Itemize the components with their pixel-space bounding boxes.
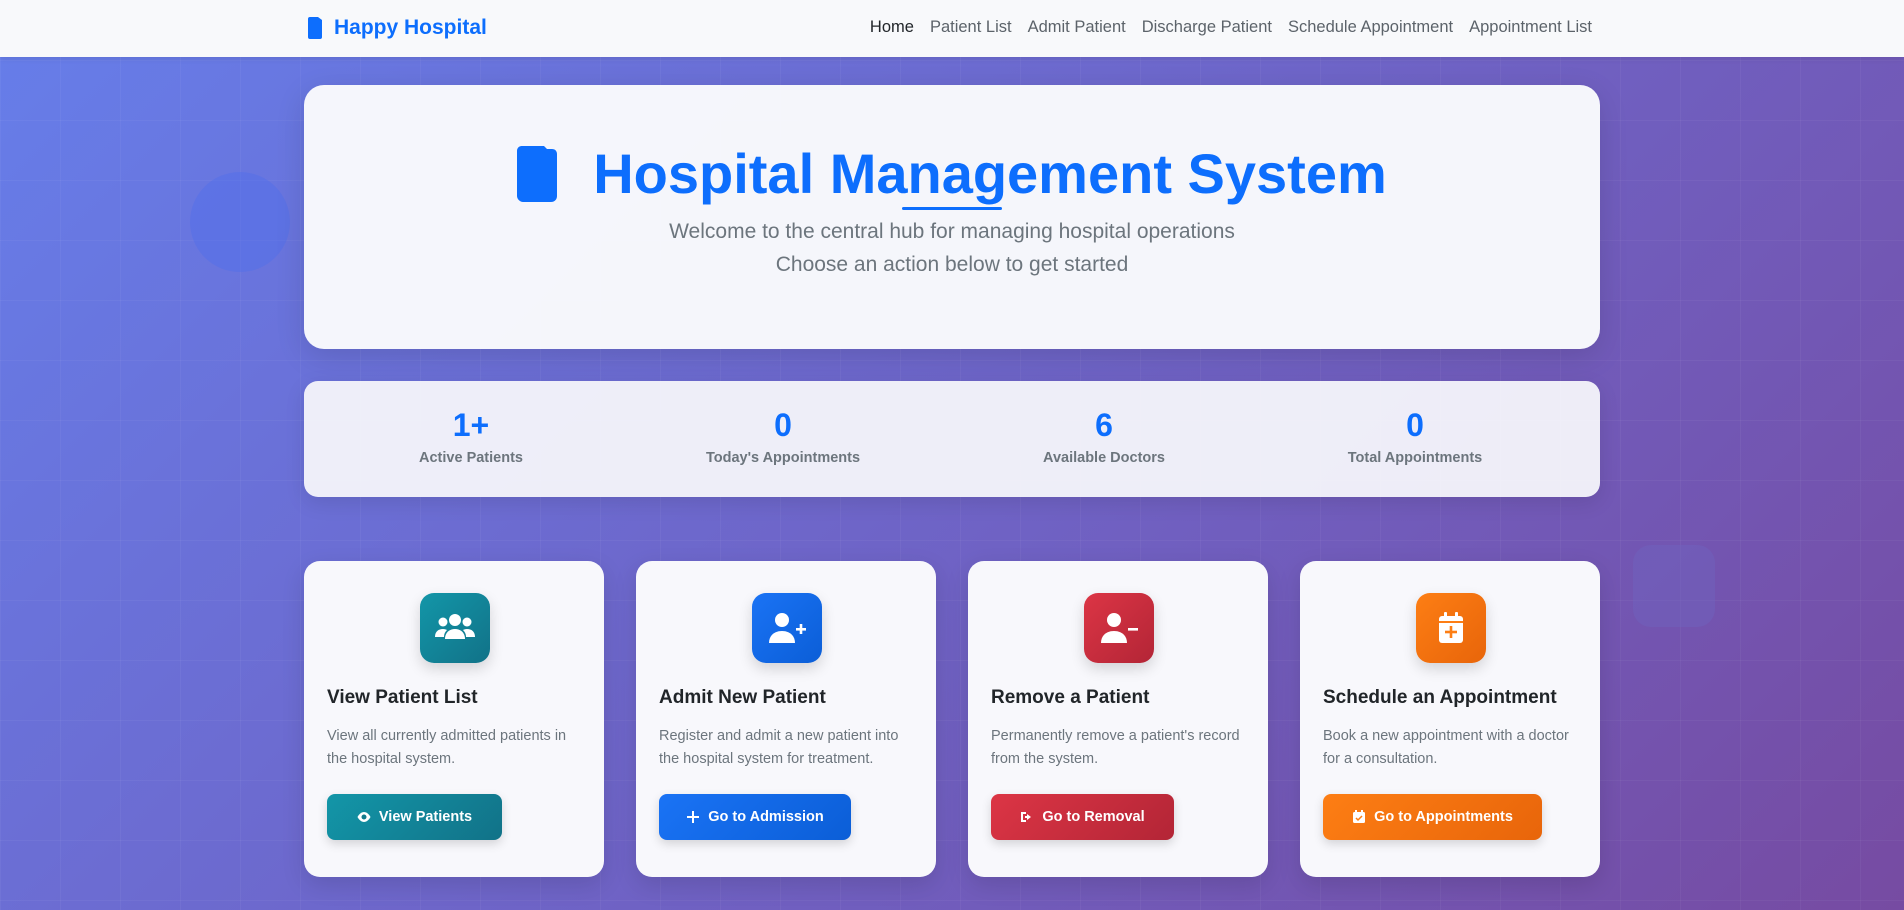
go-to-admission-button[interactable]: Go to Admission [659,794,851,840]
brand-link[interactable]: Happy Hospital [307,16,487,40]
card-title: Remove a Patient [991,687,1150,708]
nav-admit-patient[interactable]: Admit Patient [1028,18,1126,37]
button-label: View Patients [378,809,473,825]
stat-label: Today's Appointments [705,450,861,466]
card-admit-patient: Admit New Patient Register and admit a n… [636,561,936,877]
card-description: View all currently admitted patients in … [327,728,567,767]
eye-icon [357,812,371,822]
card-remove-patient: Remove a Patient Permanently remove a pa… [968,561,1268,877]
view-patients-button[interactable]: View Patients [327,794,502,840]
stat-label: Active Patients [419,450,523,466]
hero-subtitle-2: Choose an action below to get started [775,253,1129,276]
stat-label: Total Appointments [1347,450,1483,466]
card-view-patients: View Patient List View all currently adm… [304,561,604,877]
user-minus-icon [1084,593,1154,663]
button-label: Go to Removal [1042,809,1145,825]
hero-panel: Hospital Management System Welcome to th… [304,85,1600,349]
stat-value: 6 [1095,407,1113,443]
stat-label: Available Doctors [1043,450,1165,466]
nav-schedule-appointment[interactable]: Schedule Appointment [1288,18,1453,37]
card-description: Book a new appointment with a doctor for… [1323,728,1569,767]
decorative-circle [190,172,290,272]
calendar-check-icon [1353,810,1366,823]
clipboard-icon [517,145,558,202]
navbar: Happy Hospital Home Patient List Admit P… [0,0,1904,57]
card-description: Register and admit a new patient into th… [659,728,899,767]
page-title: Hospital Management System [304,141,1600,206]
nav-appointment-list[interactable]: Appointment List [1469,18,1592,37]
plus-icon [687,811,700,823]
stat-value: 0 [1406,407,1424,443]
card-title: View Patient List [327,687,478,708]
brand-name: Happy Hospital [334,16,487,39]
nav-home[interactable]: Home [870,18,914,37]
stat-available-doctors: 6 Available Doctors [984,407,1224,466]
card-title: Schedule an Appointment [1323,687,1557,708]
title-underline [902,207,1002,210]
nav-patient-list[interactable]: Patient List [930,18,1012,37]
stat-value: 1+ [452,407,490,443]
stat-total-appointments: 0 Total Appointments [1295,407,1535,466]
stat-todays-appointments: 0 Today's Appointments [663,407,903,466]
nav-links: Home Patient List Admit Patient Discharg… [870,18,1592,37]
button-label: Go to Admission [708,809,824,825]
calendar-plus-icon [1416,593,1486,663]
sign-out-icon [1021,812,1032,822]
button-label: Go to Appointments [1374,809,1513,825]
page-title-text: Hospital Management System [593,142,1387,205]
stat-value: 0 [774,407,792,443]
hero-subtitle: Welcome to the central hub for managing … [669,220,1235,243]
go-to-removal-button[interactable]: Go to Removal [991,794,1174,840]
card-schedule-appointment: Schedule an Appointment Book a new appoi… [1300,561,1600,877]
decorative-square [1633,545,1715,627]
stat-active-patients: 1+ Active Patients [351,407,591,466]
stats-panel: 1+ Active Patients 0 Today's Appointment… [304,381,1600,497]
card-description: Permanently remove a patient's record fr… [991,728,1240,767]
clipboard-icon [308,17,322,39]
nav-discharge-patient[interactable]: Discharge Patient [1142,18,1272,37]
go-to-appointments-button[interactable]: Go to Appointments [1323,794,1542,840]
users-icon [420,593,490,663]
card-title: Admit New Patient [659,687,826,708]
user-plus-icon [752,593,822,663]
